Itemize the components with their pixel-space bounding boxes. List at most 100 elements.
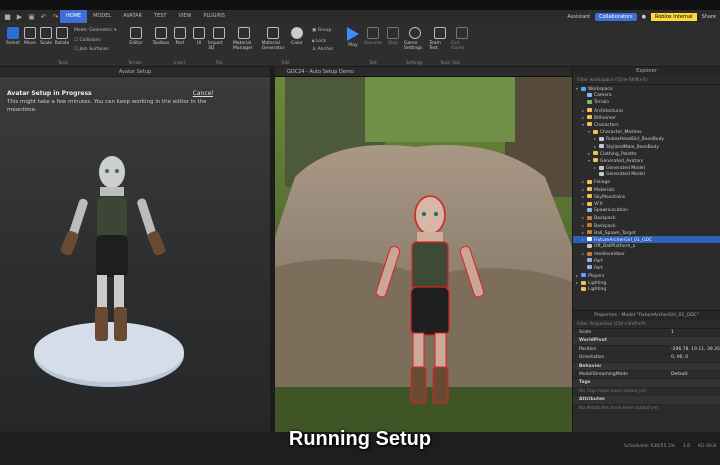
explorer-item[interactable]: Lighting: [573, 286, 720, 293]
ui-button[interactable]: UI: [188, 27, 210, 46]
property-row[interactable]: No Tags have been added yet: [573, 388, 720, 397]
property-value[interactable]: -296.78, 19.11, 39.359: [671, 346, 720, 353]
toolbox-label: Toolbox: [152, 41, 170, 46]
import3d-button[interactable]: Import 3D: [208, 27, 230, 51]
property-row[interactable]: Orientation 0, 90, 0: [573, 354, 720, 363]
explorer-item[interactable]: ▸ VFX: [573, 200, 720, 207]
instance-icon: [587, 122, 592, 127]
play-quick-icon[interactable]: ▶: [15, 12, 24, 21]
property-name: WorldPivot: [579, 338, 607, 344]
instance-icon: [587, 243, 592, 248]
editor-label: Editor: [129, 41, 143, 46]
property-value[interactable]: [671, 379, 720, 386]
explorer-item[interactable]: ▸ Ball_Spawn_Target: [573, 229, 720, 236]
property-value[interactable]: [671, 388, 720, 395]
explorer-item[interactable]: ▸ Players: [573, 272, 720, 279]
collisions-toggle[interactable]: ☐ Collisions: [74, 38, 101, 43]
explorer-item[interactable]: ▸ Backpack: [573, 214, 720, 221]
explorer-item[interactable]: ▸ StylizedMale_BaseBody: [573, 143, 720, 150]
properties-filter-input[interactable]: Filter Properties (Ctrl+Shift+P): [573, 320, 720, 329]
explorer-item[interactable]: ▸ Clothing_Palette: [573, 150, 720, 157]
property-value[interactable]: Default: [671, 371, 720, 378]
viewport-tab[interactable]: GDC24 - Auto Setup Demo: [275, 67, 572, 77]
explorer-item[interactable]: ▸ RuboxHeadGirl_BaseBody: [573, 135, 720, 142]
property-name: Orientation: [579, 355, 605, 361]
tab-view[interactable]: VIEW: [172, 10, 197, 23]
share-button[interactable]: Share: [702, 14, 716, 20]
play-button[interactable]: Play: [342, 27, 364, 48]
property-value[interactable]: [671, 337, 720, 344]
tab-plugins[interactable]: PLUGINS: [197, 10, 230, 23]
studio-menu-icon[interactable]: ■: [3, 12, 12, 21]
color-icon: [291, 27, 303, 39]
explorer-item[interactable]: ▸ Generated Model: [573, 164, 720, 171]
explorer-filter-input[interactable]: Filter workspace (Ctrl+Shift+X): [573, 76, 720, 85]
property-value[interactable]: 0, 90, 0: [671, 354, 720, 361]
explorer-item[interactable]: Camera: [573, 92, 720, 99]
lock-button[interactable]: 🔒︎ Lock: [312, 38, 326, 44]
terrain-editor-button[interactable]: Editor: [125, 27, 147, 46]
explorer-item[interactable]: ▸ medievaldoor: [573, 250, 720, 257]
group-button[interactable]: ▣ Group: [312, 28, 331, 33]
property-row[interactable]: Scale 1: [573, 329, 720, 338]
property-value[interactable]: [671, 396, 720, 403]
undo-icon[interactable]: ↶: [39, 12, 48, 21]
property-value[interactable]: [671, 405, 720, 412]
explorer-item[interactable]: ▸ Materials: [573, 186, 720, 193]
stop-button[interactable]: Stop: [382, 27, 404, 46]
mode-selector[interactable]: Mode: Geometric ▾: [74, 28, 116, 33]
rotate-button[interactable]: Rotate: [51, 27, 73, 46]
game-settings-button[interactable]: Game Settings: [404, 27, 426, 51]
user-icon[interactable]: ●: [642, 14, 646, 20]
material-generator-button[interactable]: Material Generator: [262, 27, 284, 51]
redo-icon[interactable]: ↷: [51, 12, 60, 21]
explorer-item[interactable]: ▸ Bitheimer: [573, 114, 720, 121]
collisions-label: Collisions: [79, 38, 101, 43]
property-row[interactable]: Position -296.78, 19.11, 39.359: [573, 346, 720, 355]
explorer-item[interactable]: ▸ SkyMountains: [573, 193, 720, 200]
scene-viewport[interactable]: GDC24 - Auto Setup Demo: [275, 67, 572, 432]
material-manager-button[interactable]: Material Manager: [233, 27, 255, 51]
color-button[interactable]: Color: [286, 27, 308, 46]
explorer-item-label: Part: [594, 258, 603, 264]
explorer-item[interactable]: ▸ Lighting: [573, 279, 720, 286]
tab-test[interactable]: TEST: [148, 10, 172, 23]
avatar-preview[interactable]: [0, 67, 270, 432]
explorer-item[interactable]: ▾ Workspace: [573, 85, 720, 92]
explorer-item[interactable]: ▸ FixtureArcherGirl_01_GDC: [573, 235, 720, 244]
join-surfaces-toggle[interactable]: ☐ Join Surfaces: [74, 47, 109, 52]
property-row[interactable]: No Attributes have been added yet: [573, 405, 720, 413]
explorer-item[interactable]: Oft_BallPlatform_a: [573, 243, 720, 250]
tab-model[interactable]: MODEL: [87, 10, 117, 23]
property-section[interactable]: Behavior: [573, 362, 720, 371]
save-icon[interactable]: ▣: [27, 12, 36, 21]
property-value[interactable]: [671, 363, 720, 370]
property-value[interactable]: 1: [671, 329, 720, 336]
property-row[interactable]: ModelStreamingMode Default: [573, 371, 720, 380]
material-generator-label: Material Generator: [261, 41, 285, 51]
property-section[interactable]: Attributes: [573, 396, 720, 405]
property-section[interactable]: WorldPivot: [573, 337, 720, 346]
instance-icon: [599, 144, 604, 148]
tab-home[interactable]: HOME: [60, 10, 88, 23]
explorer-item[interactable]: SpawnLocation: [573, 207, 720, 214]
explorer-item[interactable]: Terrain: [573, 99, 720, 106]
explorer-item[interactable]: Part: [573, 265, 720, 272]
anchor-button[interactable]: ⚓︎ Anchor: [312, 47, 333, 52]
explorer-item[interactable]: ▾ Generated_Avatars: [573, 157, 720, 164]
explorer-item[interactable]: ▸ Foliage: [573, 178, 720, 185]
explorer-item[interactable]: ▾ Character_Meshes: [573, 128, 720, 135]
explorer-item[interactable]: ▸ Architectural: [573, 107, 720, 114]
explorer-item[interactable]: Generated Model: [573, 171, 720, 178]
assistant-button[interactable]: Assistant: [567, 14, 590, 20]
team-test-button[interactable]: Team Test: [429, 27, 451, 51]
collaborators-button[interactable]: Collaborators: [595, 12, 637, 21]
property-section[interactable]: Tags: [573, 379, 720, 388]
material-manager-icon: [238, 27, 250, 39]
explorer-item[interactable]: ▾ Characters: [573, 121, 720, 128]
tab-avatar[interactable]: AVATAR: [117, 10, 148, 23]
resume-button[interactable]: Resume: [362, 27, 384, 46]
explorer-item[interactable]: ▸ Backpack: [573, 222, 720, 229]
explorer-item[interactable]: Part: [573, 258, 720, 265]
exit-game-button[interactable]: Exit Game: [451, 27, 473, 51]
